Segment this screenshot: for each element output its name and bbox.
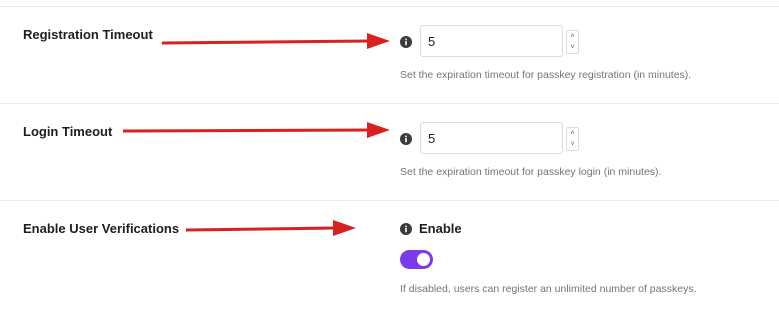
user-verification-help: If disabled, users can register an unlim…: [400, 283, 697, 295]
user-verification-label: Enable User Verifications: [23, 221, 180, 236]
registration-timeout-help: Set the expiration timeout for passkey r…: [400, 69, 692, 81]
stepper-down-icon[interactable]: ˅: [567, 139, 578, 150]
user-verification-toggle[interactable]: [400, 250, 433, 269]
login-timeout-input[interactable]: [420, 122, 563, 154]
arrow-right-icon: [161, 33, 390, 49]
stepper-up-icon[interactable]: ˄: [567, 31, 578, 42]
info-icon: [400, 223, 412, 235]
stepper-down-icon[interactable]: ˅: [567, 42, 578, 53]
enable-option-label: Enable: [419, 221, 462, 236]
divider: [0, 200, 779, 201]
login-timeout-label: Login Timeout: [23, 124, 113, 139]
settings-panel: Registration Timeout ˄ ˅ Set the expirat…: [0, 0, 779, 310]
registration-timeout-input[interactable]: [420, 25, 563, 57]
info-icon: [400, 36, 412, 48]
registration-timeout-label: Registration Timeout: [23, 27, 153, 42]
divider: [0, 103, 779, 104]
registration-timeout-stepper[interactable]: ˄ ˅: [566, 30, 579, 54]
toggle-knob: [417, 253, 430, 266]
arrow-right-icon: [185, 220, 356, 236]
info-icon: [400, 133, 412, 145]
divider: [0, 6, 779, 7]
stepper-up-icon[interactable]: ˄: [567, 128, 578, 139]
login-timeout-help: Set the expiration timeout for passkey l…: [400, 166, 662, 178]
arrow-right-icon: [122, 122, 390, 138]
login-timeout-stepper[interactable]: ˄ ˅: [566, 127, 579, 151]
